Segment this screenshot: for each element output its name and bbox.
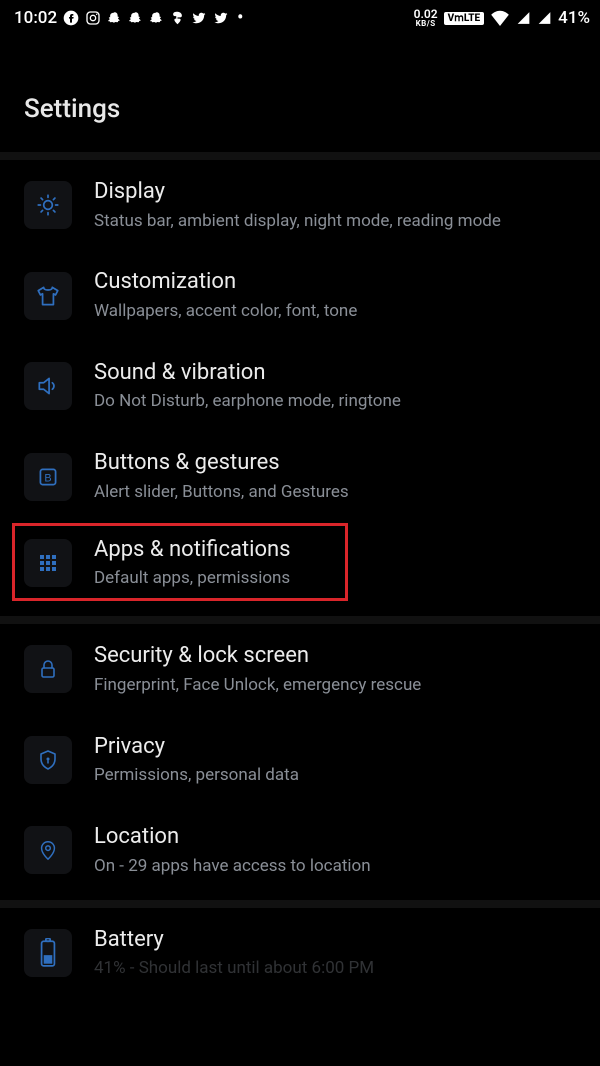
status-time: 10:02 — [14, 8, 57, 28]
svg-text:B: B — [44, 472, 51, 484]
settings-item-customization[interactable]: Customization Wallpapers, accent color, … — [0, 250, 600, 340]
volte-badge: VⅿLTE — [444, 12, 485, 25]
item-subtitle: 41% - Should last until about 6:00 PM — [94, 957, 580, 980]
facebook-icon — [63, 10, 79, 26]
item-title: Location — [94, 823, 580, 851]
wifi-icon — [490, 10, 510, 26]
settings-list-group-3: Battery 41% - Should last until about 6:… — [0, 908, 600, 980]
item-title: Buttons & gestures — [94, 449, 580, 477]
speaker-icon — [24, 362, 72, 410]
item-subtitle: On - 29 apps have access to location — [94, 855, 580, 878]
location-pin-icon — [24, 826, 72, 874]
item-title: Apps & notifications — [94, 536, 580, 564]
item-subtitle: Permissions, personal data — [94, 764, 580, 787]
signal-icon — [516, 11, 531, 25]
snapchat-icon — [107, 11, 122, 26]
tshirt-icon — [24, 272, 72, 320]
section-divider — [0, 616, 600, 624]
signal-icon — [537, 11, 552, 25]
buttons-icon: B — [24, 453, 72, 501]
section-divider — [0, 900, 600, 908]
item-title: Battery — [94, 926, 580, 954]
settings-list-group-1: Display Status bar, ambient display, nig… — [0, 160, 600, 604]
overflow-dot-icon: • — [235, 9, 245, 27]
status-bar: 10:02 • 0.02 KB/S VⅿLTE — [0, 0, 600, 36]
section-divider — [0, 152, 600, 160]
item-subtitle: Alert slider, Buttons, and Gestures — [94, 481, 580, 504]
twitter-icon — [191, 11, 207, 25]
swiggy-icon — [170, 10, 185, 26]
item-title: Display — [94, 178, 580, 206]
data-speed: 0.02 KB/S — [414, 8, 438, 28]
settings-item-privacy[interactable]: Privacy Permissions, personal data — [0, 715, 600, 805]
shield-icon — [24, 736, 72, 784]
status-right: 0.02 KB/S VⅿLTE 41% — [414, 8, 590, 28]
item-subtitle: Default apps, permissions — [94, 567, 580, 590]
snapchat-icon — [149, 11, 164, 26]
status-left: 10:02 • — [14, 8, 245, 28]
apps-grid-icon — [24, 539, 72, 587]
snapchat-icon — [128, 11, 143, 26]
item-subtitle: Do Not Disturb, earphone mode, ringtone — [94, 390, 580, 413]
item-title: Customization — [94, 268, 580, 296]
instagram-icon — [85, 10, 101, 26]
settings-item-apps[interactable]: Apps & notifications Default apps, permi… — [0, 522, 600, 604]
settings-list-group-2: Security & lock screen Fingerprint, Face… — [0, 624, 600, 895]
item-title: Sound & vibration — [94, 359, 580, 387]
settings-item-battery[interactable]: Battery 41% - Should last until about 6:… — [0, 908, 600, 980]
item-title: Privacy — [94, 733, 580, 761]
settings-item-sound[interactable]: Sound & vibration Do Not Disturb, earpho… — [0, 341, 600, 431]
settings-item-buttons[interactable]: B Buttons & gestures Alert slider, Butto… — [0, 431, 600, 521]
item-subtitle: Status bar, ambient display, night mode,… — [94, 210, 580, 233]
lock-icon — [24, 645, 72, 693]
page-title: Settings — [0, 36, 600, 124]
brightness-icon — [24, 181, 72, 229]
settings-item-security[interactable]: Security & lock screen Fingerprint, Face… — [0, 624, 600, 714]
twitter-icon — [213, 11, 229, 25]
item-subtitle: Fingerprint, Face Unlock, emergency resc… — [94, 674, 580, 697]
battery-icon — [24, 929, 72, 977]
item-title: Security & lock screen — [94, 642, 580, 670]
battery-percent: 41% — [558, 8, 590, 28]
settings-item-location[interactable]: Location On - 29 apps have access to loc… — [0, 805, 600, 895]
item-subtitle: Wallpapers, accent color, font, tone — [94, 300, 580, 323]
settings-item-display[interactable]: Display Status bar, ambient display, nig… — [0, 160, 600, 250]
